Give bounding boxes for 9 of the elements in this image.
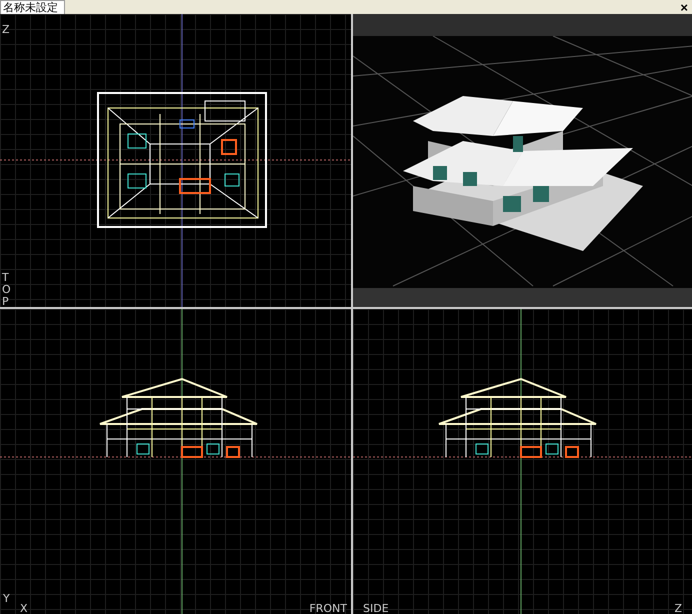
close-button[interactable]: × xyxy=(676,1,692,14)
axis-label: X xyxy=(20,603,28,614)
axis-label: Y xyxy=(3,593,10,604)
view-label: SIDE xyxy=(363,603,389,614)
view-label: TOP xyxy=(2,272,12,307)
view-label: FRONT xyxy=(309,603,347,614)
axis-label: Z xyxy=(674,603,682,614)
document-tab[interactable]: 名称未設定 xyxy=(0,0,65,14)
axis-label: Z xyxy=(2,24,10,35)
